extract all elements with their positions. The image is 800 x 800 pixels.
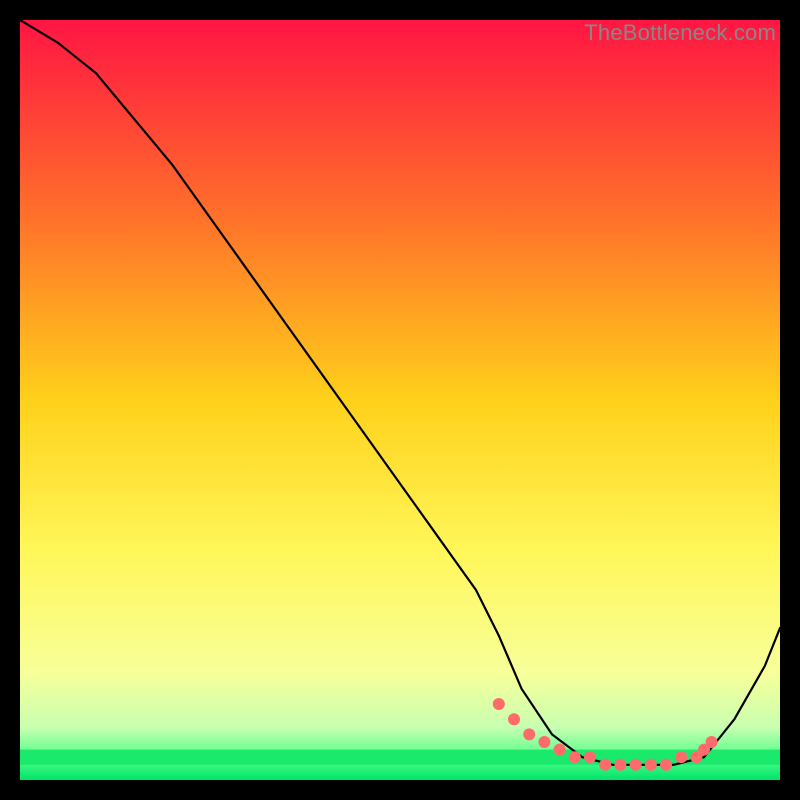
highlight-dot xyxy=(660,759,672,771)
highlight-dot xyxy=(645,759,657,771)
gradient-background xyxy=(20,20,780,780)
highlight-dot xyxy=(569,751,581,763)
highlight-dot xyxy=(508,713,520,725)
highlight-dot xyxy=(675,751,687,763)
highlight-dot xyxy=(614,759,626,771)
highlight-dot xyxy=(538,736,550,748)
highlight-dot xyxy=(584,751,596,763)
highlight-dot xyxy=(523,728,535,740)
watermark-text: TheBottleneck.com xyxy=(584,20,776,46)
highlight-dot xyxy=(706,736,718,748)
chart-canvas xyxy=(20,20,780,780)
highlight-dot xyxy=(493,698,505,710)
highlight-dot xyxy=(554,744,566,756)
highlight-dot xyxy=(630,759,642,771)
chart-frame: TheBottleneck.com xyxy=(20,20,780,780)
highlight-dot xyxy=(599,759,611,771)
